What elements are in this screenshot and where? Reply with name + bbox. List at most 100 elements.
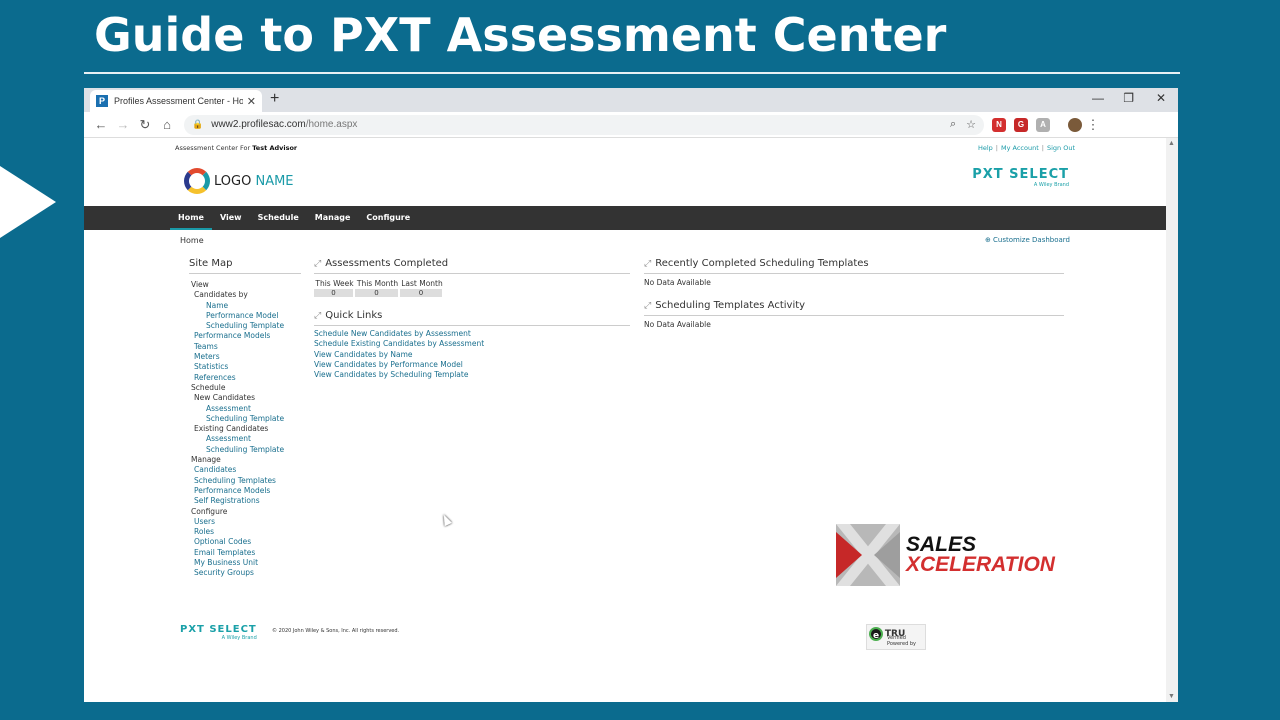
panel-title: Scheduling Templates Activity [655,300,806,311]
sitemap-item[interactable]: Optional Codes [189,537,299,547]
extension-icon[interactable]: G [1014,117,1028,132]
expand-icon[interactable]: ⤢ [644,259,651,269]
customize-dashboard-link[interactable]: ⊕ Customize Dashboard [985,236,1070,244]
pxt-brand: PXT SELECT [972,167,1069,182]
zoom-icon[interactable]: ⌕ [950,118,956,131]
sitemap-item[interactable]: Roles [189,527,299,537]
sitemap-item: Existing Candidates [194,424,269,434]
web-page: Assessment Center For Test Advisor Help |… [84,138,1166,702]
bookmark-star-icon[interactable]: ☆ [966,118,976,131]
panel-empty-text: No Data Available [644,320,711,329]
expand-icon[interactable]: ⤢ [314,311,321,321]
trust-powered: Powered by [887,641,916,647]
nav-schedule[interactable]: Schedule [250,206,307,230]
sitemap-item[interactable]: Scheduling Template [189,445,299,455]
sitemap-item[interactable]: Scheduling Template [189,321,299,331]
footer-brand: PXT SELECT [180,624,257,635]
sales-xceleration-watermark: SALES XCELERATION [836,524,1055,586]
assessment-center-for: Assessment Center For Test Advisor [175,144,297,152]
maximize-icon[interactable]: ❐ [1123,91,1134,105]
stat-value: 0 [314,289,353,297]
sitemap-item[interactable]: Meters [189,352,299,362]
sitemap-item[interactable]: Scheduling Templates [189,476,299,486]
tab-title: Profiles Assessment Center - Hom [114,96,243,106]
menu-dots-icon[interactable]: ⋮ [1082,117,1104,133]
site-map: Site Map View Candidates by Name Performanc… [189,258,301,579]
watermark-line2: XCELERATION [906,553,1055,576]
quick-link[interactable]: View Candidates by Scheduling Template [314,370,630,380]
watermark-line1: SALES [906,533,977,556]
scroll-up-icon[interactable]: ▲ [1168,140,1175,147]
expand-icon[interactable]: ⤢ [314,259,321,269]
reload-icon[interactable]: ↻ [134,117,156,133]
quick-link[interactable]: Schedule New Candidates by Assessment [314,329,630,339]
sitemap-item[interactable]: Candidates [189,465,299,475]
home-icon[interactable]: ⌂ [156,117,178,132]
sitemap-item[interactable]: Teams [189,342,299,352]
sitemap-item: View [191,280,209,289]
sitemap-item[interactable]: Name [189,301,299,311]
page-scrollbar[interactable]: ▲ ▼ [1166,138,1178,702]
close-tab-icon[interactable]: ✕ [247,95,256,108]
site-map-title: Site Map [189,258,301,274]
sitemap-item[interactable]: Self Registrations [189,496,299,506]
panel-title: Quick Links [325,310,383,321]
logo-name: NAME [255,173,294,189]
quick-link[interactable]: View Candidates by Name [314,350,630,360]
minimize-icon[interactable]: — [1092,91,1104,105]
sitemap-item: Candidates by [194,290,248,300]
scroll-down-icon[interactable]: ▼ [1168,693,1175,700]
breadcrumb: Home [180,236,204,245]
assessment-stats: This Week 0 This Month 0 Last Month 0 [314,279,630,297]
logo-ring-icon [184,168,210,194]
company-logo: LOGO NAME [184,168,294,194]
sitemap-item[interactable]: Scheduling Template [189,414,299,424]
pxt-select-logo: PXT SELECT A Wiley Brand [972,167,1069,188]
extension-icon[interactable]: N [992,117,1006,132]
sitemap-item[interactable]: My Business Unit [189,558,299,568]
stat-label: Last Month [401,279,443,288]
quick-link[interactable]: Schedule Existing Candidates by Assessme… [314,339,630,349]
panel-title: Assessments Completed [325,258,449,269]
help-link[interactable]: Help [978,144,993,152]
close-window-icon[interactable]: ✕ [1156,91,1166,105]
nav-home[interactable]: Home [170,206,212,230]
sitemap-item[interactable]: Security Groups [189,568,299,578]
lock-icon: 🔒 [192,119,204,129]
sitemap-item[interactable]: Performance Model [189,311,299,321]
trust-e-icon: e [869,627,883,641]
browser-window: P Profiles Assessment Center - Hom ✕ + —… [84,88,1178,702]
sitemap-item[interactable]: Users [189,517,299,527]
recent-templates-panel: ⤢ Recently Completed Scheduling Templates… [644,258,1064,287]
assessments-completed-panel: ⤢ Assessments Completed This Week 0 This M… [314,258,630,297]
profile-avatar[interactable] [1068,117,1082,132]
my-account-link[interactable]: My Account [1001,144,1039,152]
sitemap-item[interactable]: Performance Models [189,486,299,496]
address-bar[interactable]: 🔒 www2.profilesac.com/home.aspx ⌕ ☆ [184,114,984,135]
slide-title: Guide to PXT Assessment Center [94,8,947,62]
expand-icon[interactable]: ⤢ [644,301,651,311]
sitemap-item[interactable]: Assessment [189,404,299,414]
sitemap-item[interactable]: Performance Models [189,331,299,341]
sitemap-item[interactable]: Email Templates [189,548,299,558]
footer-pxt-logo: PXT SELECT A Wiley Brand [180,624,257,641]
nav-view[interactable]: View [212,206,250,230]
pdf-extension-icon[interactable]: A [1036,117,1050,132]
back-icon[interactable]: ← [90,117,112,132]
main-nav: Home View Schedule Manage Configure [84,206,1166,230]
sign-out-link[interactable]: Sign Out [1047,144,1075,152]
nav-manage[interactable]: Manage [307,206,359,230]
sitemap-item[interactable]: Assessment [189,434,299,444]
trust-badge[interactable]: e TRU Verified Powered by [866,624,926,650]
quick-link[interactable]: View Candidates by Performance Model [314,360,630,370]
new-tab-icon[interactable]: + [270,90,279,108]
quick-links-panel: ⤢ Quick Links Schedule New Candidates by … [314,310,630,380]
panel-title: Recently Completed Scheduling Templates [655,258,869,269]
stat-label: This Month [356,279,399,288]
stat-value: 0 [355,289,398,297]
nav-configure[interactable]: Configure [358,206,418,230]
forward-icon[interactable]: → [112,117,134,132]
sitemap-item[interactable]: Statistics [189,362,299,372]
sitemap-item[interactable]: References [189,373,299,383]
browser-tab[interactable]: P Profiles Assessment Center - Hom ✕ [90,90,262,112]
